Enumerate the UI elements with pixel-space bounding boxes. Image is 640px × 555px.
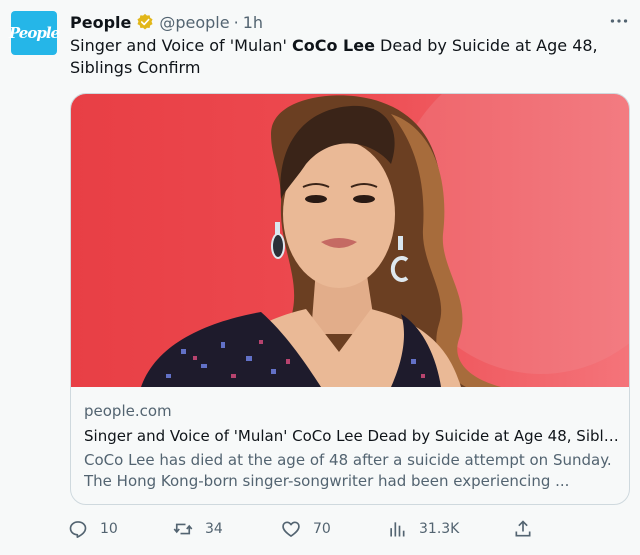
card-description: CoCo Lee has died at the age of 48 after… — [84, 451, 612, 490]
card-photo-illustration — [141, 94, 629, 387]
tweet-timestamp[interactable]: 1h — [243, 13, 263, 32]
share-button[interactable] — [513, 518, 545, 540]
share-icon — [515, 520, 531, 537]
views-count: 31.3K — [419, 521, 460, 537]
card-image[interactable] — [71, 94, 629, 387]
retweet-count: 34 — [205, 521, 223, 537]
reply-count: 10 — [100, 521, 118, 537]
more-dots-icon[interactable] — [608, 12, 630, 30]
tweet-text: Singer and Voice of 'Mulan' CoCo Lee Dea… — [70, 35, 630, 79]
retweet-icon — [173, 523, 193, 535]
views-button[interactable]: 31.3K — [387, 518, 459, 540]
avatar-logo-text: People — [8, 24, 60, 42]
reply-button[interactable]: 10 — [68, 518, 118, 540]
people-avatar[interactable]: People — [8, 11, 60, 55]
card-title: Singer and Voice of 'Mulan' CoCo Lee Dea… — [84, 427, 619, 445]
reply-icon — [69, 521, 87, 538]
like-count: 70 — [313, 521, 331, 537]
tweet-text-bold: CoCo Lee — [291, 36, 375, 55]
author-handle[interactable]: @people — [159, 13, 229, 32]
tweet-text-start: Singer and Voice of 'Mulan' — [70, 36, 292, 55]
link-card[interactable]: people.com Singer and Voice of 'Mulan' C… — [70, 93, 630, 505]
card-meta: people.com Singer and Voice of 'Mulan' C… — [84, 401, 619, 492]
tweet-actions: 10 34 70 31.3K — [68, 518, 538, 540]
like-button[interactable]: 70 — [281, 518, 331, 540]
tweet[interactable]: People People @people · 1h Singer and Vo… — [0, 0, 640, 555]
gold-verified-badge-icon[interactable] — [136, 13, 154, 31]
header-separator: · — [233, 12, 239, 32]
tweet-header: People @people · 1h — [70, 11, 263, 33]
author-name[interactable]: People — [70, 13, 131, 32]
retweet-button[interactable]: 34 — [173, 518, 223, 540]
views-bar-chart-icon — [390, 522, 405, 537]
heart-icon — [282, 521, 300, 537]
card-domain: people.com — [84, 402, 172, 420]
